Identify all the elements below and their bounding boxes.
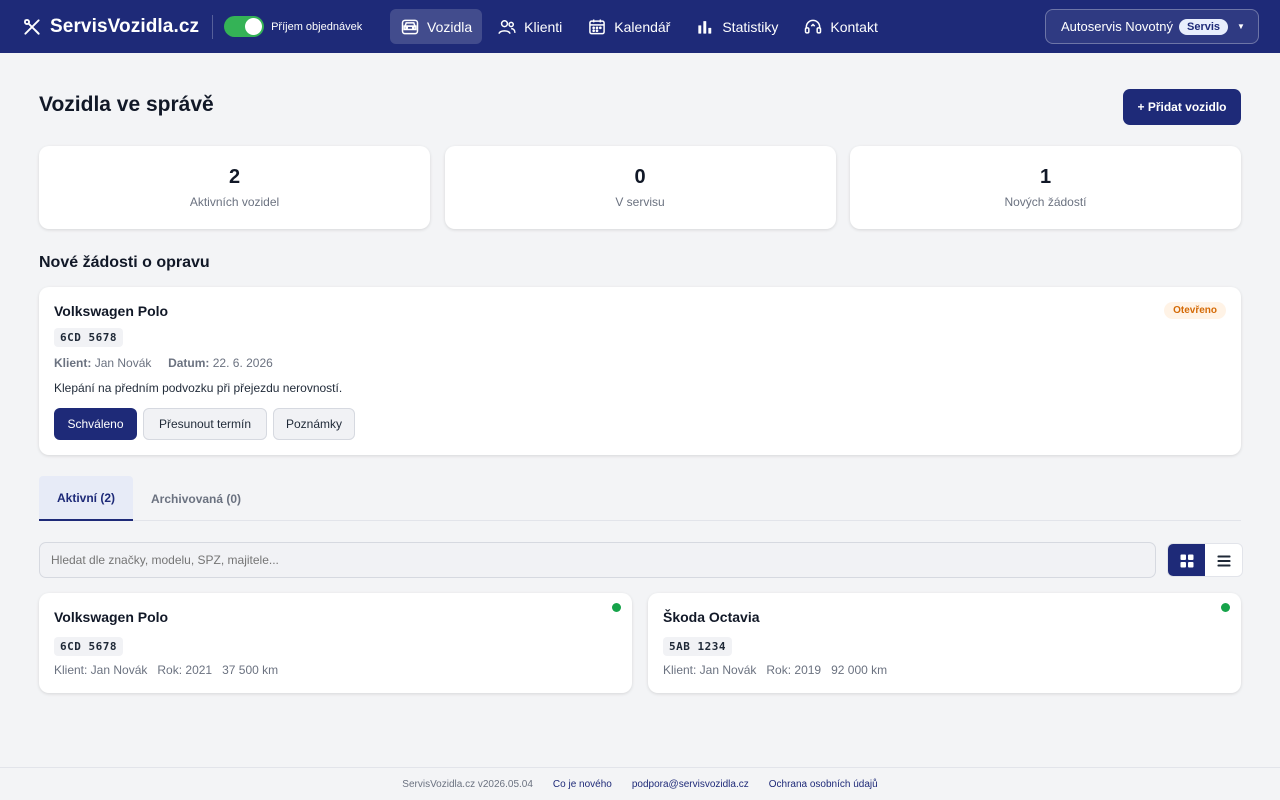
request-description: Klepání na předním podvozku při přejezdu… [54, 381, 343, 395]
grid-icon [1180, 554, 1193, 568]
brand-name: ServisVozidla.cz [50, 15, 200, 37]
users-icon [498, 19, 516, 34]
order-intake-label: Příjem objednávek [271, 20, 363, 33]
vehicle-mileage: 37 500 km [222, 663, 279, 677]
stat-card-active-vehicles: 2 Aktivních vozidel [39, 146, 430, 229]
reschedule-button[interactable]: Přesunout termín [143, 408, 267, 440]
nav-label: Vozidla [427, 18, 473, 35]
support-email-link[interactable]: podpora@servisvozidla.cz [632, 779, 749, 790]
main-nav: Vozidla Klienti Kalendář Statistiky Kont… [390, 9, 893, 44]
license-plate: 6CD 5678 [54, 328, 123, 347]
request-meta: Klient: Jan Novák Datum: 22. 6. 2026 [54, 356, 273, 370]
vehicle-mileage: 92 000 km [831, 663, 888, 677]
account-role-badge: Servis [1179, 18, 1229, 35]
footer: ServisVozidla.cz v2026.05.04 Co je novéh… [0, 767, 1280, 800]
account-name: Autoservis Novotný [1061, 19, 1173, 34]
nav-item-klienti[interactable]: Klienti [487, 9, 572, 44]
status-badge: Otevřeno [1164, 302, 1226, 319]
stat-card-in-service: 0 V servisu [444, 146, 836, 229]
top-navigation-bar: ServisVozidla.cz Příjem objednávek Vozid… [0, 0, 1280, 53]
calendar-icon [589, 19, 606, 34]
approve-button[interactable]: Schváleno [54, 408, 137, 440]
add-vehicle-button[interactable]: + Přidat vozidlo [1123, 89, 1241, 125]
vehicle-meta: Klient: Jan Novák Rok: 2019 92 000 km [663, 663, 897, 677]
page-title: Vozidla ve správě [39, 93, 214, 116]
vehicle-client: Klient: Jan Novák [54, 663, 148, 677]
stat-value: 1 [1039, 166, 1052, 188]
wrench-screwdriver-icon [24, 18, 40, 35]
request-date: 22. 6. 2026 [212, 356, 273, 370]
list-view-button[interactable] [1205, 544, 1242, 576]
stat-value: 2 [228, 166, 241, 188]
whats-new-link[interactable]: Co je nového [553, 779, 612, 790]
nav-item-kontakt[interactable]: Kontakt [793, 9, 887, 44]
vehicle-client: Klient: Jan Novák [663, 663, 757, 677]
tab-archived[interactable]: Archivovaná (0) [133, 476, 259, 521]
stat-label: Nových žádostí [1004, 195, 1087, 209]
notes-button[interactable]: Poznámky [273, 408, 355, 440]
vehicle-year: Rok: 2019 [766, 663, 822, 677]
bar-chart-icon [698, 20, 712, 34]
nav-item-vozidla[interactable]: Vozidla [390, 9, 483, 44]
app-version: ServisVozidla.cz v2026.05.04 [402, 778, 533, 790]
request-actions: Schváleno Přesunout termín Poznámky [54, 408, 361, 440]
stats-row: 2 Aktivních vozidel 0 V servisu 1 Nových… [39, 146, 1241, 229]
vehicle-name: Volkswagen Polo [54, 609, 169, 625]
list-icon [1217, 555, 1230, 567]
vehicle-meta: Klient: Jan Novák Rok: 2021 37 500 km [54, 663, 288, 677]
date-label: Datum: [168, 356, 210, 370]
toggle-knob [245, 18, 263, 35]
client-name: Jan Novák [94, 356, 152, 370]
request-vehicle-name: Volkswagen Polo [54, 303, 169, 319]
view-mode-toggle [1167, 543, 1243, 577]
search-input[interactable] [39, 542, 1156, 578]
stat-label: Aktivních vozidel [189, 195, 280, 209]
nav-label: Klienti [524, 18, 563, 35]
vehicle-card[interactable]: Škoda Octavia 5AB 1234 Klient: Jan Novák… [648, 593, 1241, 693]
client-label: Klient: [54, 356, 92, 370]
divider [212, 14, 214, 39]
tab-active[interactable]: Aktivní (2) [39, 476, 134, 521]
stat-value: 0 [634, 166, 646, 188]
nav-item-statistiky[interactable]: Statistiky [685, 9, 788, 44]
nav-label: Kontakt [830, 18, 878, 35]
caret-down-icon: ▼ [1237, 22, 1245, 31]
license-plate: 5AB 1234 [663, 637, 732, 656]
stat-card-new-requests: 1 Nových žádostí [850, 146, 1241, 229]
stat-label: V servisu [615, 195, 665, 209]
privacy-link[interactable]: Ochrana osobních údajů [769, 779, 878, 790]
vehicle-year: Rok: 2021 [157, 663, 213, 677]
nav-label: Statistiky [722, 18, 779, 35]
vehicle-tabs: Aktivní (2) Archivovaná (0) [39, 476, 1241, 521]
order-intake-toggle[interactable] [224, 16, 265, 37]
status-dot [1221, 603, 1230, 612]
vehicle-card[interactable]: Volkswagen Polo 6CD 5678 Klient: Jan Nov… [39, 593, 632, 693]
requests-section-title: Nové žádosti o opravu [39, 254, 210, 271]
grid-view-button[interactable] [1168, 544, 1205, 576]
nav-item-kalendar[interactable]: Kalendář [577, 9, 680, 44]
brand[interactable]: ServisVozidla.cz [22, 16, 199, 38]
vehicle-name: Škoda Octavia [663, 609, 760, 625]
repair-request-card: Volkswagen Polo Otevřeno 6CD 5678 Klient… [39, 287, 1241, 455]
license-plate: 6CD 5678 [54, 637, 123, 656]
account-switcher[interactable]: Autoservis Novotný Servis ▼ [1045, 9, 1259, 44]
headset-icon [805, 19, 822, 34]
nav-label: Kalendář [614, 18, 671, 35]
status-dot [612, 603, 621, 612]
car-icon [401, 19, 419, 34]
